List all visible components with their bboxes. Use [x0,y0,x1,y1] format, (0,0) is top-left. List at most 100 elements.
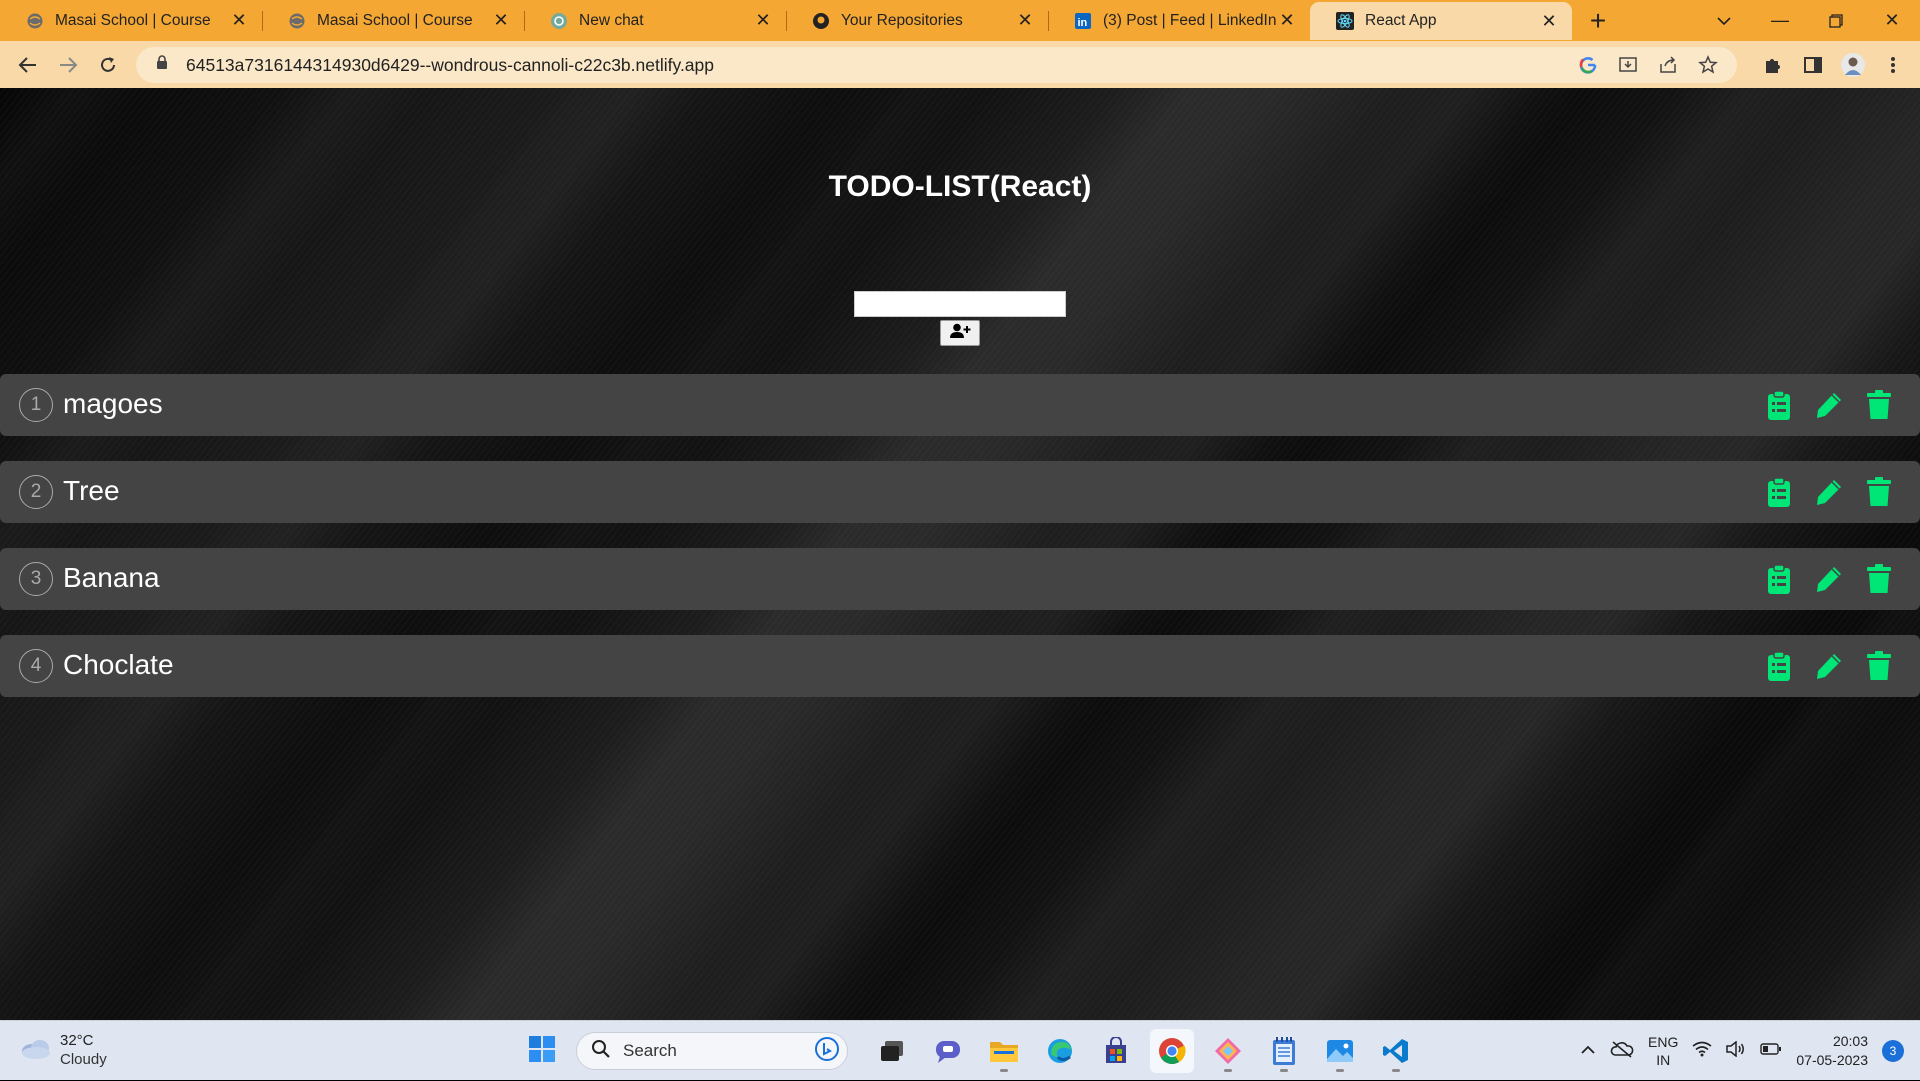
close-icon[interactable]: ✕ [492,10,510,31]
add-user-icon [949,323,971,344]
clipboard-icon[interactable] [1764,389,1794,421]
todo-item: 3 Banana [0,548,1920,610]
trash-icon[interactable] [1864,476,1894,508]
tab-title: (3) Post | Feed | LinkedIn [1103,11,1277,29]
wifi-icon[interactable] [1692,1041,1712,1062]
taskbar-search[interactable]: Search [576,1032,848,1070]
microsoft-store-icon[interactable] [1094,1029,1138,1073]
close-icon[interactable]: ✕ [230,10,248,31]
new-tab-button[interactable]: + [1578,0,1618,41]
minimize-icon[interactable]: — [1752,0,1808,41]
todo-item: 1 magoes [0,374,1920,436]
system-clock[interactable]: 20:03 07-05-2023 [1796,1032,1868,1070]
todo-item: 2 Tree [0,461,1920,523]
battery-icon[interactable] [1760,1042,1782,1060]
close-window-icon[interactable]: ✕ [1864,0,1920,41]
tab-title: Masai School | Course [55,11,211,29]
taskbar: 32°C Cloudy Search ENG IN 20:03 07-05-20… [0,1020,1920,1080]
google-icon[interactable] [1575,52,1601,78]
search-icon [591,1039,611,1064]
weather-widget[interactable]: 32°C Cloudy [20,1031,107,1069]
url-text: 64513a7316144314930d6429--wondrous-canno… [186,54,714,75]
task-view-icon[interactable] [870,1029,914,1073]
notepad-icon[interactable] [1262,1029,1306,1073]
trash-icon[interactable] [1864,563,1894,595]
trash-icon[interactable] [1864,650,1894,682]
svg-text:in: in [1078,17,1088,29]
todo-input[interactable] [854,291,1066,317]
globe-icon [288,12,306,30]
clipboard-icon[interactable] [1764,476,1794,508]
start-button[interactable] [520,1029,564,1073]
photos-icon[interactable] [1318,1029,1362,1073]
tab-title: New chat [579,11,644,29]
linkedin-icon: in [1074,12,1092,30]
todo-number: 4 [19,649,53,683]
lock-icon[interactable] [156,55,168,75]
add-todo-button[interactable] [940,320,980,346]
edit-pencil-icon[interactable] [1814,389,1844,421]
tab-search-icon[interactable] [1696,0,1752,41]
region-code: IN [1656,1052,1671,1068]
git-app-icon[interactable] [1206,1029,1250,1073]
forward-icon[interactable] [48,45,88,85]
install-app-icon[interactable] [1615,52,1641,78]
language-code: ENG [1648,1034,1679,1050]
weather-description: Cloudy [60,1051,107,1068]
browser-tab[interactable]: in (3) Post | Feed | LinkedIn ✕ [1048,0,1310,41]
bookmark-star-icon[interactable] [1695,52,1721,78]
clock-time: 20:03 [1832,1033,1868,1049]
share-icon[interactable] [1655,52,1681,78]
onedrive-offline-icon[interactable] [1610,1040,1634,1063]
browser-tab-strip: Masai School | Course ✕ Masai School | C… [0,0,1920,41]
avatar[interactable] [1840,52,1866,78]
close-icon[interactable]: ✕ [754,10,772,31]
search-label: Search [623,1041,677,1060]
weather-temperature: 32°C [60,1032,94,1049]
browser-tab-active[interactable]: React App ✕ [1310,2,1572,40]
todo-number: 3 [19,562,53,596]
chrome-icon[interactable] [1150,1029,1194,1073]
file-explorer-icon[interactable] [982,1029,1026,1073]
side-panel-icon[interactable] [1800,52,1826,78]
restore-icon[interactable] [1808,0,1864,41]
browser-tab[interactable]: Masai School | Course ✕ [0,0,262,41]
globe-icon [26,12,44,30]
extensions-icon[interactable] [1760,52,1786,78]
back-icon[interactable] [8,45,48,85]
close-icon[interactable]: ✕ [1540,11,1558,32]
chatgpt-icon [550,12,568,30]
cloud-icon [20,1036,52,1065]
browser-tab[interactable]: New chat ✕ [524,0,786,41]
todo-item: 4 Choclate [0,635,1920,697]
volume-icon[interactable] [1726,1039,1746,1062]
notification-badge[interactable]: 3 [1882,1040,1904,1062]
close-icon[interactable]: ✕ [1278,10,1296,31]
address-bar[interactable]: 64513a7316144314930d6429--wondrous-canno… [136,47,1737,83]
browser-tab[interactable]: Your Repositories ✕ [786,0,1048,41]
windows-icon [528,1035,556,1068]
vscode-icon[interactable] [1374,1029,1418,1073]
close-icon[interactable]: ✕ [1016,10,1034,31]
clock-date: 07-05-2023 [1796,1052,1868,1068]
todo-number: 2 [19,475,53,509]
todo-text: Tree [63,475,120,506]
edit-pencil-icon[interactable] [1814,650,1844,682]
reload-icon[interactable] [88,45,128,85]
github-icon [812,12,830,30]
teams-chat-icon[interactable] [926,1029,970,1073]
language-indicator[interactable]: ENG IN [1648,1033,1678,1069]
clipboard-icon[interactable] [1764,563,1794,595]
browser-tab[interactable]: Masai School | Course ✕ [262,0,524,41]
tab-title: Your Repositories [841,11,963,29]
todo-text: Banana [63,562,160,593]
edit-pencil-icon[interactable] [1814,476,1844,508]
trash-icon[interactable] [1864,389,1894,421]
clipboard-icon[interactable] [1764,650,1794,682]
edge-icon[interactable] [1038,1029,1082,1073]
edit-pencil-icon[interactable] [1814,563,1844,595]
bing-icon[interactable] [815,1036,839,1066]
chevron-up-icon[interactable] [1580,1042,1596,1060]
kebab-menu-icon[interactable] [1880,52,1906,78]
browser-toolbar: 64513a7316144314930d6429--wondrous-canno… [0,41,1920,88]
